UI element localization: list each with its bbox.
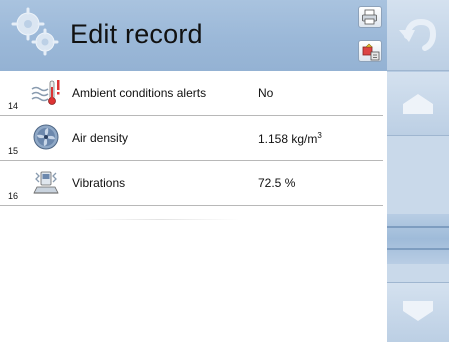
- scroll-up-icon: [403, 94, 433, 114]
- gears-icon: [11, 7, 59, 56]
- scroll-down-button[interactable]: [387, 282, 449, 342]
- row-number: 16: [8, 191, 19, 201]
- scroll-up-button[interactable]: [387, 72, 449, 136]
- thermometer-alert-icon: [31, 80, 60, 105]
- back-button[interactable]: [387, 0, 449, 71]
- export-button[interactable]: [358, 40, 382, 62]
- scroll-down-icon: [403, 301, 433, 321]
- scroll-thumb[interactable]: [387, 214, 449, 264]
- list-item[interactable]: 14 Ambient conditions alerts No: [0, 71, 383, 116]
- print-button[interactable]: [358, 6, 382, 28]
- row-value: 72.5 %: [258, 176, 296, 190]
- header-bar: Edit record: [0, 0, 387, 71]
- printer-icon: [362, 9, 377, 25]
- page-title: Edit record: [70, 19, 203, 49]
- row-label: Vibrations: [72, 176, 126, 190]
- row-label: Air density: [72, 131, 129, 145]
- row-value: 1.158 kg/m3: [258, 131, 322, 146]
- divider: [80, 219, 240, 220]
- side-panel: [387, 0, 449, 342]
- row-label: Ambient conditions alerts: [72, 86, 207, 100]
- undo-arrow-icon: [399, 18, 437, 51]
- fan-icon: [33, 124, 59, 150]
- vibration-icon: [33, 171, 59, 194]
- row-number: 14: [8, 101, 19, 111]
- list-item[interactable]: 15 Air density 1.158 kg/m3: [0, 116, 383, 161]
- row-value: No: [258, 86, 274, 100]
- row-number: 15: [8, 146, 19, 156]
- list-item[interactable]: 16 Vibrations 72.5 %: [0, 161, 383, 206]
- export-icon: [362, 43, 380, 61]
